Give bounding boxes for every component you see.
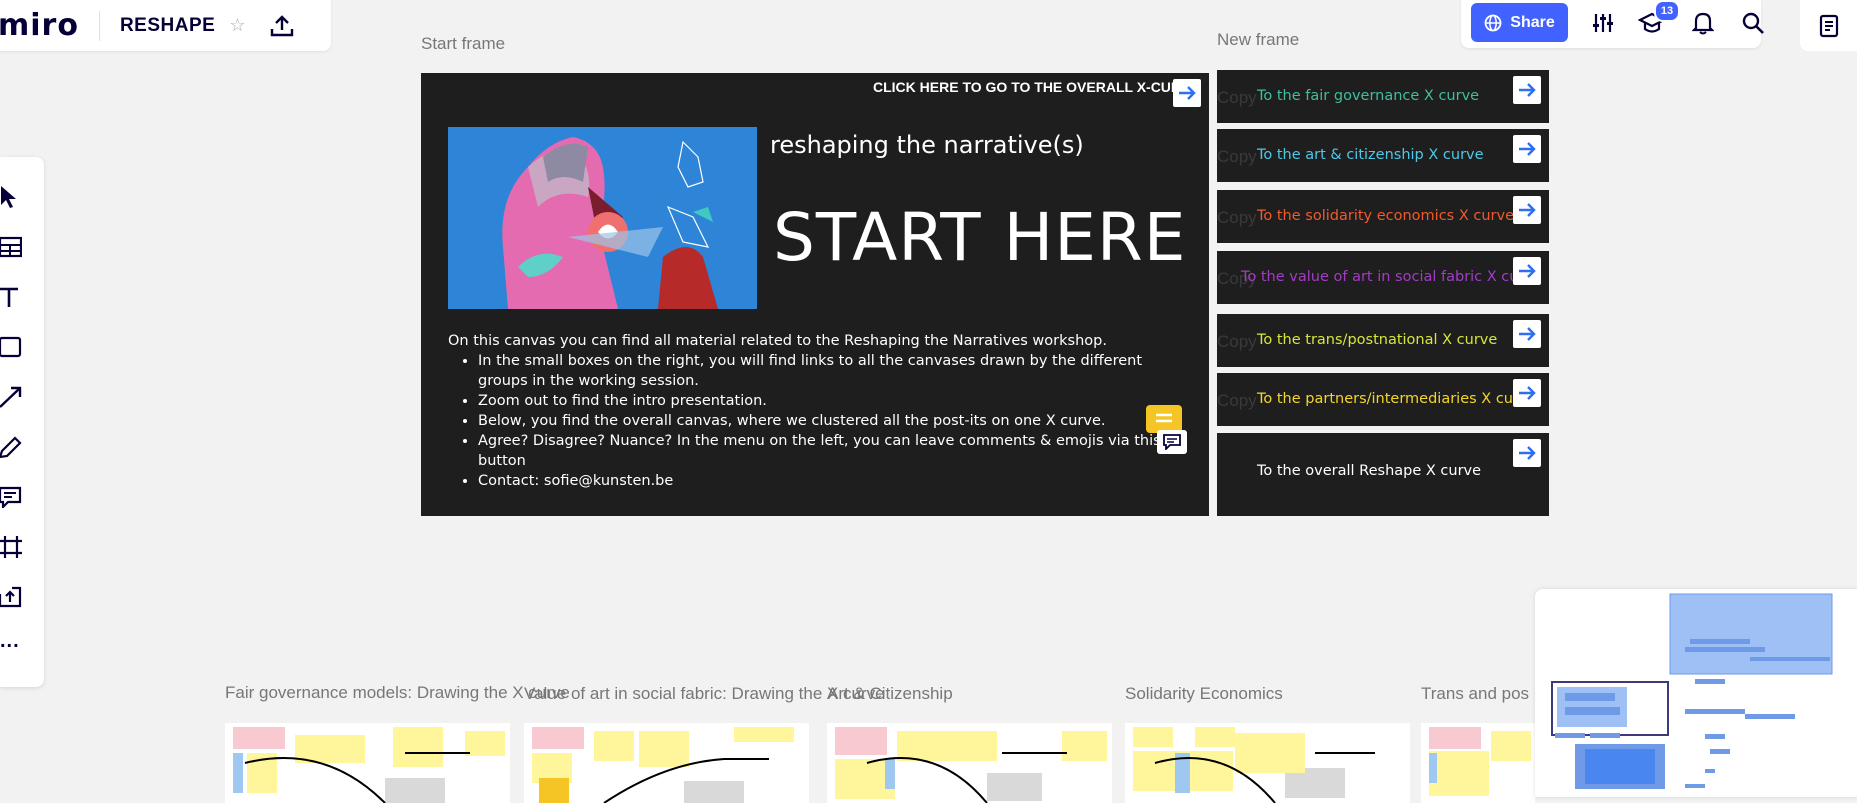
- new-frame-label[interactable]: New frame: [1217, 30, 1299, 50]
- ghost-copy-text: Copy: [1217, 332, 1257, 351]
- arrow-right-icon[interactable]: [1173, 79, 1201, 107]
- arrow-right-icon[interactable]: [1513, 196, 1541, 224]
- frame-thumbnail-value-of-art[interactable]: [524, 723, 809, 803]
- arrow-right-icon[interactable]: [1513, 257, 1541, 285]
- shape-icon[interactable]: [0, 333, 24, 361]
- frame-label-solidarity-economics[interactable]: Solidarity Economics: [1125, 684, 1283, 704]
- comment-icon[interactable]: [0, 483, 24, 511]
- list-item: Contact: sofie@kunsten.be: [478, 471, 1168, 491]
- arrow-right-icon[interactable]: [1513, 439, 1541, 467]
- frame-thumbnail-fair-governance[interactable]: [225, 723, 510, 803]
- notification-count-badge: 13: [1654, 0, 1680, 22]
- select-icon[interactable]: [0, 183, 24, 211]
- miro-logo[interactable]: miro: [0, 8, 79, 43]
- link-label: To the trans/postnational X curve: [1257, 332, 1498, 348]
- left-toolbar: ...: [0, 157, 44, 687]
- link-card-trans-postnational[interactable]: Copy To the trans/postnational X curve: [1217, 314, 1549, 367]
- upload-icon[interactable]: [269, 14, 295, 38]
- more-icon[interactable]: ...: [0, 627, 24, 655]
- text-icon[interactable]: [0, 283, 24, 311]
- pen-icon[interactable]: [0, 433, 24, 461]
- search-icon[interactable]: [1738, 8, 1768, 38]
- notes-icon: [1819, 14, 1838, 37]
- page-title: START HERE: [773, 199, 1187, 276]
- ghost-copy-text: Copy: [1217, 208, 1257, 227]
- subtitle: reshaping the narrative(s): [770, 131, 1084, 159]
- link-card-value-of-art[interactable]: Copy To the value of art in social fabri…: [1217, 251, 1549, 304]
- link-label: To the overall Reshape X curve: [1257, 463, 1482, 479]
- minimap[interactable]: [1535, 589, 1857, 797]
- artwork-image: [448, 127, 757, 309]
- intro-text: On this canvas you can find all material…: [448, 331, 1168, 491]
- frame-thumbnail-solidarity-economics[interactable]: [1125, 723, 1410, 803]
- arrow-right-icon[interactable]: [1513, 76, 1541, 104]
- frame-icon[interactable]: [0, 533, 24, 561]
- link-card-overall-reshape[interactable]: To the overall Reshape X curve: [1217, 433, 1549, 516]
- share-label: Share: [1510, 13, 1555, 31]
- link-label: To the art & citizenship X curve: [1257, 147, 1484, 163]
- bell-icon[interactable]: [1688, 8, 1718, 38]
- ghost-copy-text: Copy: [1217, 88, 1257, 107]
- link-card-partners-intermediaries[interactable]: Copy To the partners/intermediaries X cu…: [1217, 373, 1549, 426]
- ghost-copy-text: Copy: [1217, 391, 1257, 410]
- connector-icon[interactable]: [0, 383, 24, 411]
- arrow-right-icon[interactable]: [1513, 320, 1541, 348]
- link-label: To the partners/intermediaries X curve: [1257, 391, 1537, 407]
- frame-label-trans-postnational[interactable]: Trans and pos: [1421, 684, 1529, 704]
- board-header: miro RESHAPE ☆: [0, 0, 331, 51]
- globe-icon: [1484, 14, 1502, 31]
- link-card-fair-governance[interactable]: Copy To the fair governance X curve: [1217, 70, 1549, 123]
- star-icon[interactable]: ☆: [229, 15, 245, 36]
- templates-icon[interactable]: [0, 233, 24, 261]
- notes-panel-button[interactable]: [1800, 0, 1857, 51]
- list-item: Agree? Disagree? Nuance? In the menu on …: [478, 431, 1168, 471]
- overall-x-curve-link[interactable]: CLICK HERE TO GO TO THE OVERALL X-CURVE: [873, 79, 1199, 95]
- comment-icon[interactable]: [1157, 430, 1187, 454]
- list-item: Zoom out to find the intro presentation.: [478, 391, 1168, 411]
- header-divider: [98, 10, 100, 41]
- sticky-note-icon[interactable]: [1146, 405, 1182, 433]
- upload-icon[interactable]: [0, 583, 24, 611]
- frame-thumbnail-art-citizenship[interactable]: [827, 723, 1112, 803]
- intro-paragraph: On this canvas you can find all material…: [448, 333, 1107, 349]
- share-button[interactable]: Share: [1471, 3, 1568, 42]
- list-item: In the small boxes on the right, you wil…: [478, 351, 1168, 391]
- settings-sliders-icon[interactable]: [1588, 8, 1618, 38]
- link-card-solidarity-economics[interactable]: Copy To the solidarity economics X curve: [1217, 190, 1549, 243]
- arrow-right-icon[interactable]: [1513, 135, 1541, 163]
- arrow-right-icon[interactable]: [1513, 379, 1541, 407]
- list-item: Below, you find the overall canvas, wher…: [478, 411, 1168, 431]
- start-frame-label[interactable]: Start frame: [421, 34, 505, 54]
- link-card-art-citizenship[interactable]: Copy To the art & citizenship X curve: [1217, 129, 1549, 182]
- link-label: To the fair governance X curve: [1257, 88, 1480, 104]
- frame-label-art-citizenship[interactable]: Art & Citizenship: [827, 684, 953, 704]
- ghost-copy-text: Copy: [1217, 147, 1257, 166]
- frame-thumbnail-trans-postnational[interactable]: [1421, 723, 1535, 803]
- info-list: In the small boxes on the right, you wil…: [448, 351, 1168, 491]
- link-label: To the solidarity economics X curve: [1257, 208, 1514, 224]
- board-name[interactable]: RESHAPE: [120, 15, 215, 37]
- link-label: To the value of art in social fabric X c…: [1241, 269, 1542, 285]
- frame-label-fair-governance[interactable]: Fair governance models: Drawing the X cu…: [225, 683, 570, 703]
